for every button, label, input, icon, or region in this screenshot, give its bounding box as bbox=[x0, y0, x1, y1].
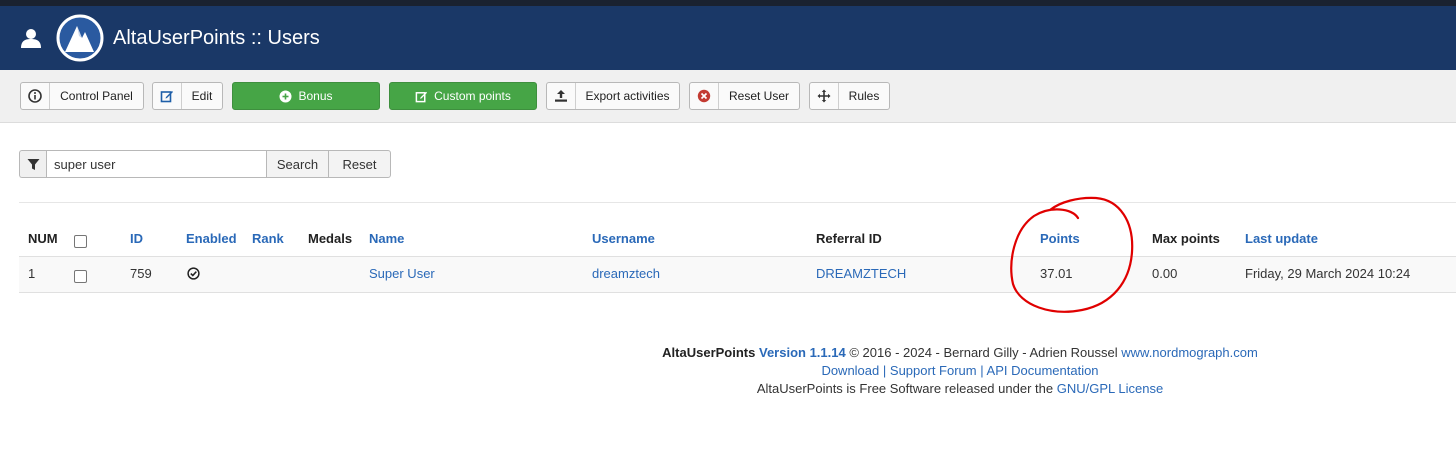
custom-points-button[interactable]: Custom points bbox=[389, 82, 537, 110]
footer-api-link[interactable]: API Documentation bbox=[987, 363, 1099, 378]
edit-button[interactable]: Edit bbox=[152, 82, 223, 110]
footer-line-1: AltaUserPoints Version 1.1.14 © 2016 - 2… bbox=[560, 344, 1360, 362]
footer-line-3: AltaUserPoints is Free Software released… bbox=[560, 380, 1360, 398]
enabled-check-icon[interactable] bbox=[187, 267, 200, 283]
cell-referral-id-link[interactable]: DREAMZTECH bbox=[816, 266, 906, 281]
search-input[interactable] bbox=[46, 150, 267, 178]
search-button[interactable]: Search bbox=[266, 150, 329, 178]
reset-user-button[interactable]: Reset User bbox=[689, 82, 800, 110]
divider bbox=[19, 202, 1456, 203]
page-header: AltaUserPoints :: Users bbox=[0, 6, 1456, 70]
column-header-points[interactable]: Points bbox=[1040, 231, 1080, 246]
cell-last-update: Friday, 29 March 2024 10:24 bbox=[1245, 266, 1411, 281]
filter-icon[interactable] bbox=[19, 150, 46, 178]
bonus-button[interactable]: Bonus bbox=[232, 82, 380, 110]
edit-label: Edit bbox=[191, 89, 213, 103]
footer-copyright: © 2016 - 2024 - Bernard Gilly - Adrien R… bbox=[849, 345, 1118, 360]
page-title: AltaUserPoints :: Users bbox=[113, 27, 320, 49]
edit-icon bbox=[415, 90, 428, 103]
footer-line-2: Download | Support Forum | API Documenta… bbox=[560, 362, 1360, 380]
upload-icon bbox=[547, 83, 576, 109]
control-panel-label: Control Panel bbox=[60, 89, 133, 103]
reset-button[interactable]: Reset bbox=[328, 150, 391, 178]
rules-button[interactable]: Rules bbox=[809, 82, 890, 110]
footer-version-link[interactable]: Version 1.1.14 bbox=[759, 345, 846, 360]
rules-label: Rules bbox=[848, 89, 880, 103]
move-icon bbox=[810, 83, 839, 109]
user-icon[interactable] bbox=[20, 27, 42, 49]
footer-license-text: AltaUserPoints is Free Software released… bbox=[756, 381, 1054, 396]
footer-website-link[interactable]: www.nordmograph.com bbox=[1121, 345, 1258, 360]
column-header-username[interactable]: Username bbox=[592, 231, 655, 246]
column-header-name[interactable]: Name bbox=[369, 231, 404, 246]
column-header-referral-id: Referral ID bbox=[816, 231, 882, 246]
footer-support-link[interactable]: Support Forum bbox=[890, 363, 977, 378]
cell-name-link[interactable]: Super User bbox=[369, 266, 435, 281]
export-activities-label: Export activities bbox=[585, 89, 670, 103]
select-all-checkbox[interactable] bbox=[74, 235, 87, 248]
bonus-label: Bonus bbox=[298, 89, 333, 103]
table-row bbox=[19, 256, 1456, 293]
control-panel-button[interactable]: Control Panel bbox=[20, 82, 144, 110]
plus-circle-icon bbox=[279, 90, 292, 103]
toolbar: Control Panel Edit Bonus Custom points E… bbox=[0, 70, 1456, 123]
footer-separator: | bbox=[980, 363, 984, 378]
cell-points: 37.01 bbox=[1040, 266, 1073, 281]
footer-license-link[interactable]: GNU/GPL License bbox=[1057, 381, 1163, 396]
edit-icon bbox=[153, 83, 182, 109]
column-header-enabled[interactable]: Enabled bbox=[186, 231, 237, 246]
column-header-rank[interactable]: Rank bbox=[252, 231, 284, 246]
footer-product: AltaUserPoints bbox=[662, 345, 756, 360]
cell-max-points: 0.00 bbox=[1152, 266, 1178, 281]
cancel-circle-icon bbox=[690, 83, 719, 109]
reset-user-label: Reset User bbox=[728, 89, 790, 103]
custom-points-label: Custom points bbox=[434, 89, 511, 103]
footer-separator: | bbox=[882, 363, 887, 378]
column-header-id[interactable]: ID bbox=[130, 231, 143, 246]
column-header-max-points: Max points bbox=[1152, 231, 1220, 246]
column-header-medals: Medals bbox=[308, 231, 353, 246]
export-activities-button[interactable]: Export activities bbox=[546, 82, 680, 110]
column-header-last-update[interactable]: Last update bbox=[1245, 231, 1318, 246]
cell-username-link[interactable]: dreamztech bbox=[592, 266, 660, 281]
cell-num: 1 bbox=[28, 266, 36, 281]
info-circle-icon bbox=[21, 83, 50, 109]
app-logo-icon bbox=[56, 14, 104, 62]
cell-id: 759 bbox=[130, 266, 152, 281]
column-header-num: NUM bbox=[28, 231, 58, 246]
row-checkbox[interactable] bbox=[74, 270, 87, 283]
footer-download-link[interactable]: Download bbox=[821, 363, 879, 378]
